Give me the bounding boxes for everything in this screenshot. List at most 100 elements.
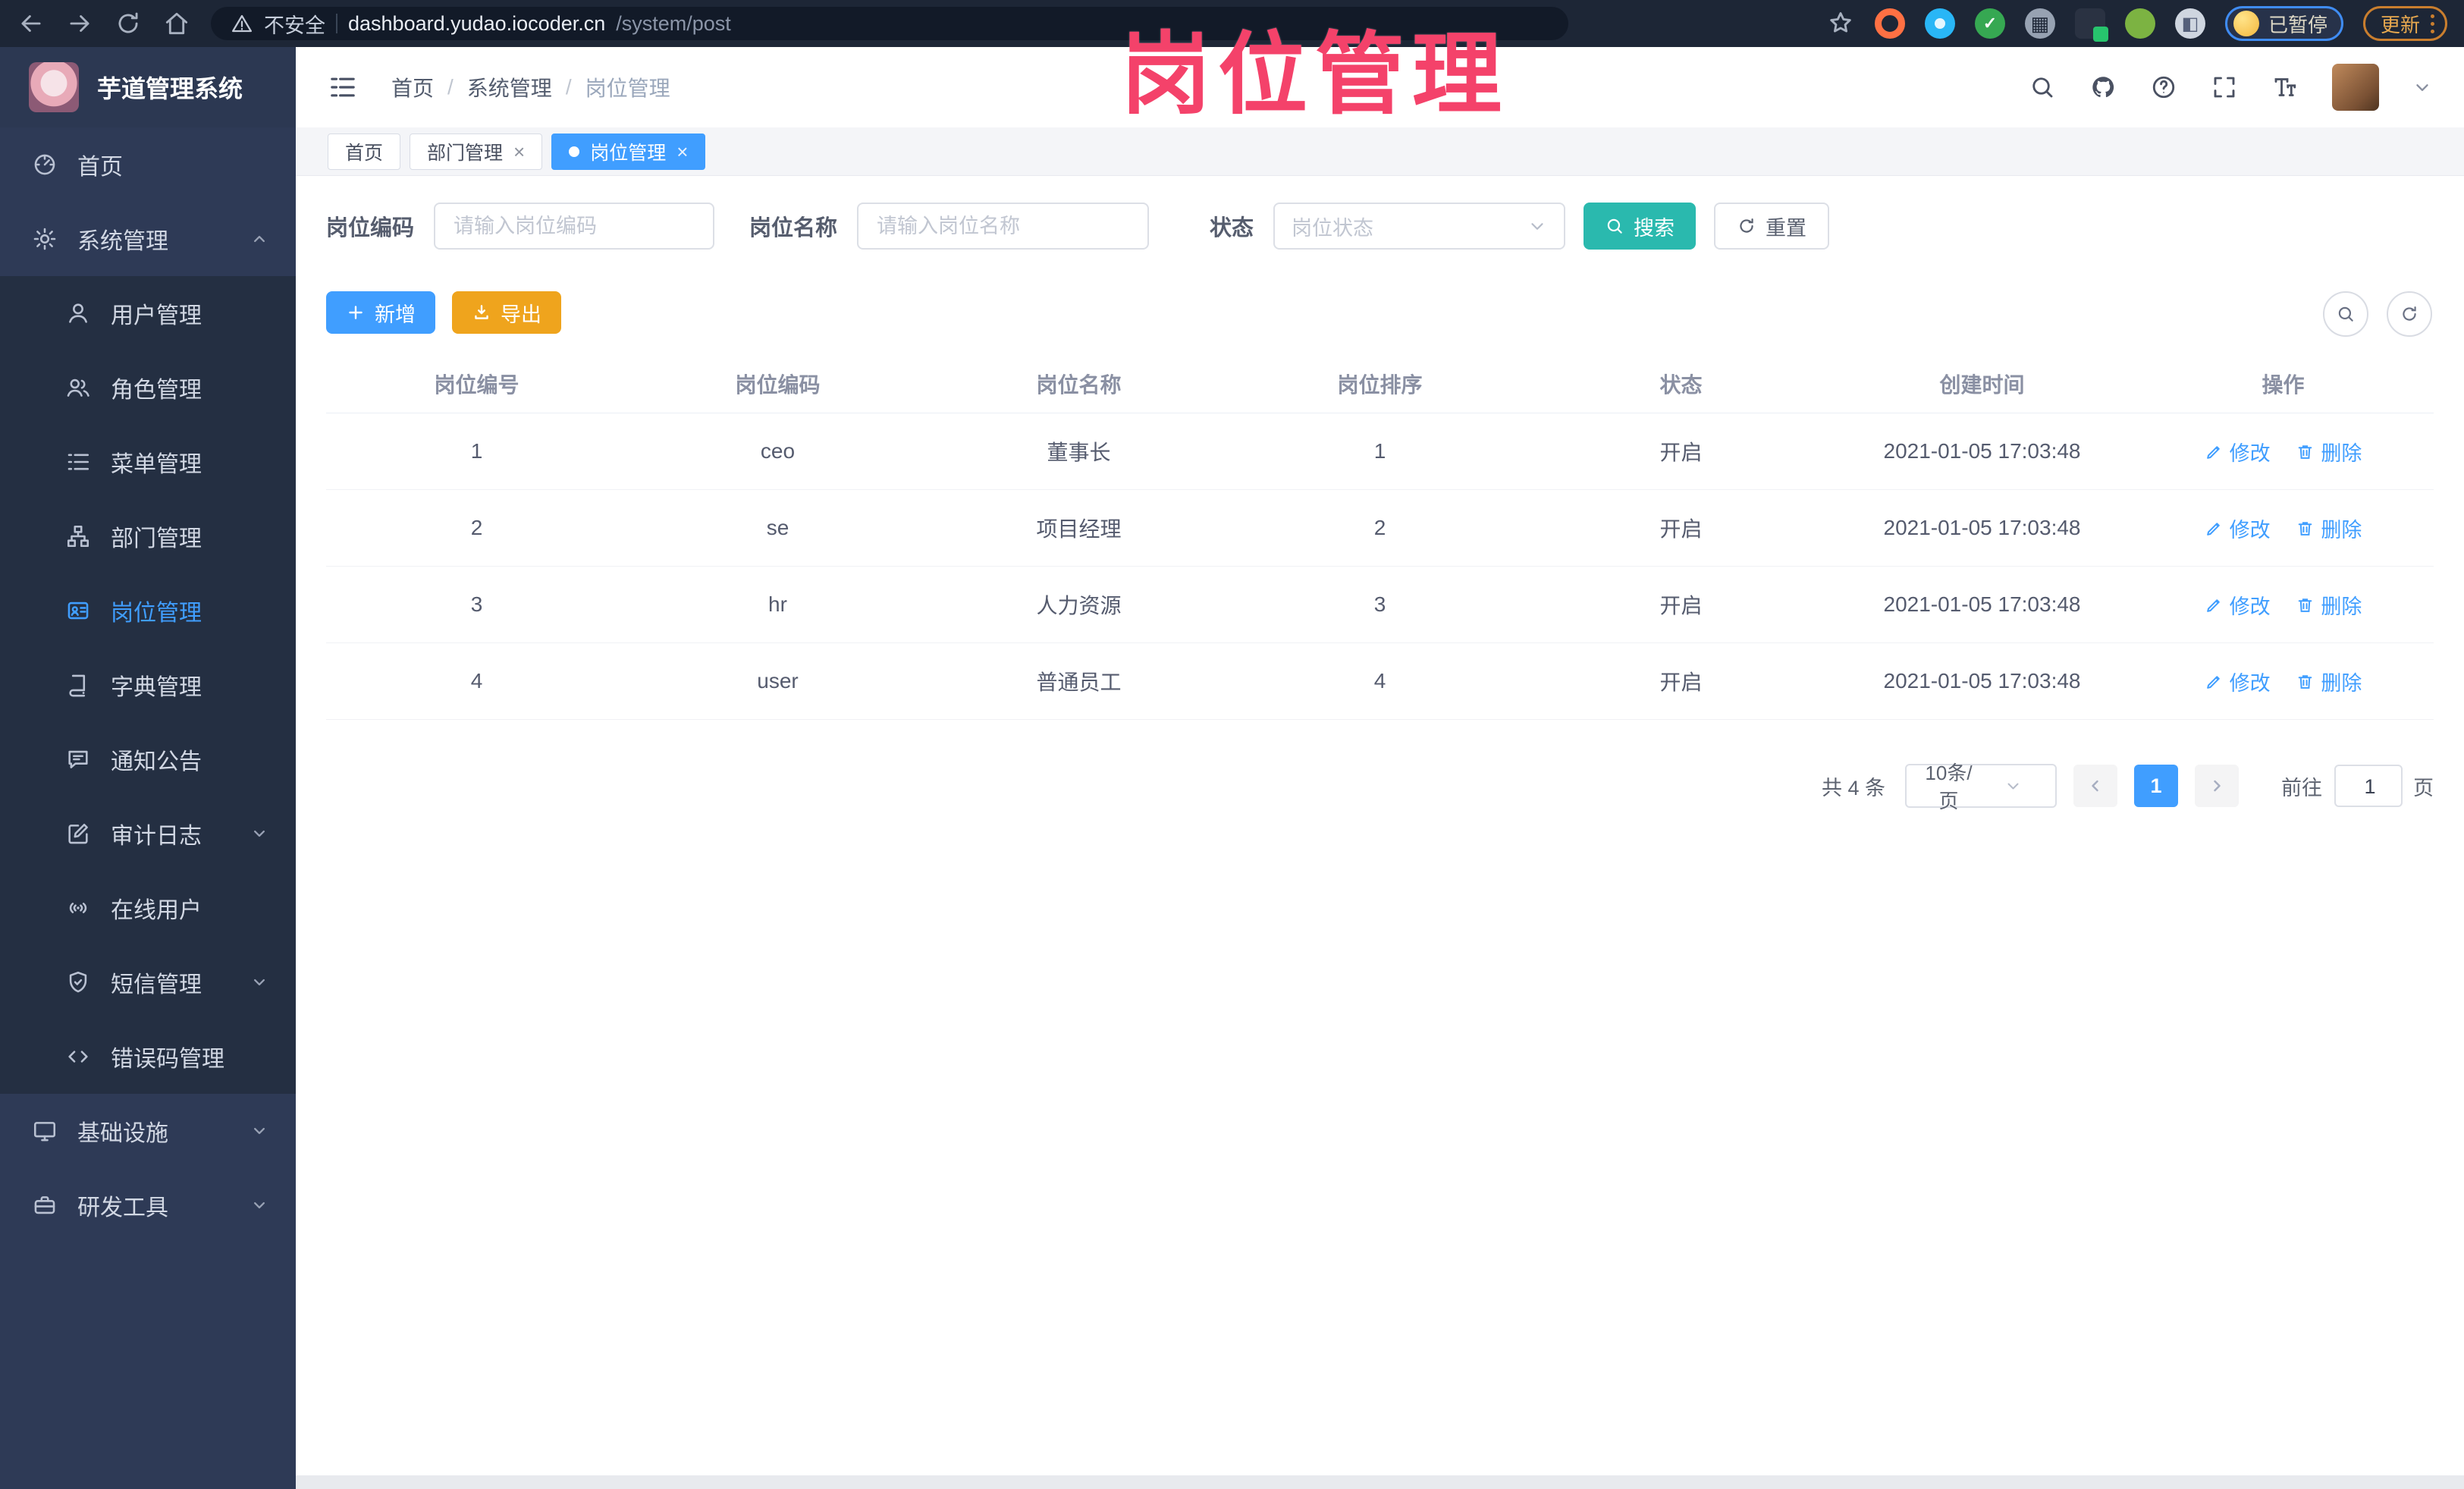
back-icon[interactable] [17,9,46,38]
cell-created: 2021-01-05 17:03:48 [1832,566,2133,643]
browser-profile-chip[interactable]: 已暂停 [2224,6,2343,41]
fullscreen-icon[interactable] [2211,74,2238,101]
cell-post-name: 项目经理 [928,489,1229,567]
sidebar-item-online-users[interactable]: 在线用户 [0,871,296,945]
reload-icon[interactable] [114,9,143,38]
sidebar-item-roles[interactable]: 角色管理 [0,350,296,425]
sidebar-item-sms[interactable]: 短信管理 [0,945,296,1019]
page-size-select[interactable]: 10条/页 [1905,762,2057,812]
user-icon [65,300,91,326]
export-button[interactable]: 导出 [452,291,561,334]
sidebar-item-announcements[interactable]: 通知公告 [0,722,296,796]
monitor-icon [32,1118,58,1144]
edit-link[interactable]: 修改 [2205,437,2271,466]
post-name-input[interactable] [857,203,1150,250]
app-title: 芋道管理系统 [97,75,243,102]
sidebar-item-home[interactable]: 首页 [0,127,296,202]
sidebar-item-dictionary[interactable]: 字典管理 [0,648,296,722]
sidebar-item-label: 部门管理 [111,526,202,551]
extension-icon[interactable] [1874,8,1905,39]
sidebar-item-departments[interactable]: 部门管理 [0,499,296,573]
edit-link[interactable]: 修改 [2205,590,2271,620]
close-icon[interactable]: × [513,142,525,162]
url-path: /system/post [616,11,731,35]
next-page-button[interactable] [2195,765,2239,807]
browser-update-button[interactable]: 更新 [2362,6,2447,41]
toggle-search-button[interactable] [2323,291,2368,337]
forward-icon[interactable] [65,9,94,38]
search-button[interactable]: 搜索 [1584,203,1697,250]
extension-crx-icon[interactable] [2074,8,2108,42]
reset-button[interactable]: 重置 [1714,203,1830,250]
sidebar-item-error-codes[interactable]: 错误码管理 [0,1019,296,1094]
hamburger-icon[interactable] [328,72,358,102]
not-secure-label: 不安全 [264,14,325,37]
user-avatar[interactable] [2332,64,2379,111]
edit-link[interactable]: 修改 [2205,514,2271,543]
cell-post-code: user [627,642,928,720]
browser-menu-icon [2431,14,2434,33]
delete-link[interactable]: 删除 [2296,437,2362,466]
header-actions [2029,64,2432,111]
extension-check-icon[interactable]: ✓ [1974,8,2005,39]
online-signal-icon [65,895,91,921]
sidebar-item-audit-log[interactable]: 审计日志 [0,796,296,871]
tab-posts[interactable]: 岗位管理 × [551,133,706,170]
tab-home[interactable]: 首页 [328,133,401,170]
sidebar-item-label: 角色管理 [111,378,202,403]
goto-page-input[interactable] [2334,765,2404,807]
sidebar-item-users[interactable]: 用户管理 [0,276,296,350]
post-name-field[interactable] [875,213,1132,239]
trash-icon [2296,519,2315,538]
tab-departments[interactable]: 部门管理 × [410,133,543,170]
edit-link[interactable]: 修改 [2205,667,2271,696]
delete-link[interactable]: 删除 [2296,667,2362,696]
bookmark-star-icon[interactable] [1826,9,1855,38]
font-size-icon[interactable] [2271,74,2299,101]
sidebar-item-system[interactable]: 系统管理 [0,202,296,276]
org-tree-icon [65,523,91,549]
sidebar: 芋道管理系统 首页 系统管理 用户管理 角色管理 菜单管理 部门管理 岗位管理 … [0,47,296,1489]
chevron-down-icon [1985,777,2042,795]
breadcrumb-home[interactable]: 首页 [391,72,434,102]
delete-link[interactable]: 删除 [2296,514,2362,543]
chevron-down-icon [1527,216,1547,236]
caret-down-icon[interactable] [2412,77,2432,97]
sidebar-item-label: 用户管理 [111,303,202,328]
sidebar-item-dev-tools[interactable]: 研发工具 [0,1168,296,1242]
cell-post-code: ceo [627,413,928,490]
app-logo[interactable]: 芋道管理系统 [0,47,296,127]
chevron-down-icon [249,823,270,844]
cell-post-id: 3 [326,566,627,643]
search-icon[interactable] [2029,74,2056,101]
page-number-current[interactable]: 1 [2134,765,2178,807]
sidebar-item-label: 首页 [77,155,123,180]
sidebar-item-infrastructure[interactable]: 基础设施 [0,1094,296,1168]
active-dot [569,146,580,157]
add-button[interactable]: 新增 [326,291,435,334]
extensions-puzzle-icon[interactable]: ◧ [2174,8,2205,39]
post-code-field[interactable] [452,213,697,239]
main-area: 首页 / 系统管理 / 岗位管理 首页 部门管理 × 岗位管理 × 岗位编码 请… [296,47,2464,1489]
breadcrumb-current: 岗位管理 [585,77,670,100]
github-icon[interactable] [2089,74,2117,101]
extension-pin-icon[interactable] [1924,8,1955,39]
page-size-value: 10条/页 [1925,762,1973,812]
browser-extensions: ✓ ▦ ◧ 已暂停 更新 [1826,6,2447,42]
prev-page-button[interactable] [2073,765,2117,807]
extension-grid-icon[interactable]: ▦ [2024,8,2055,39]
refresh-table-button[interactable] [2387,291,2432,337]
breadcrumb-system[interactable]: 系统管理 [467,72,552,102]
help-icon[interactable] [2150,74,2177,101]
pencil-icon [2205,672,2224,691]
sidebar-item-menus[interactable]: 菜单管理 [0,425,296,499]
close-icon[interactable]: × [676,142,688,162]
post-name-label: 岗位名称 [749,216,838,240]
table-header-row: 岗位编号 岗位编码 岗位名称 岗位排序 状态 创建时间 操作 [326,355,2434,413]
sidebar-item-posts[interactable]: 岗位管理 [0,573,296,648]
status-select[interactable]: 岗位状态 [1273,203,1566,250]
extension-leaf-icon[interactable] [2124,8,2155,39]
home-icon[interactable] [162,9,191,38]
delete-link[interactable]: 删除 [2296,590,2362,620]
post-code-input[interactable] [434,203,715,250]
